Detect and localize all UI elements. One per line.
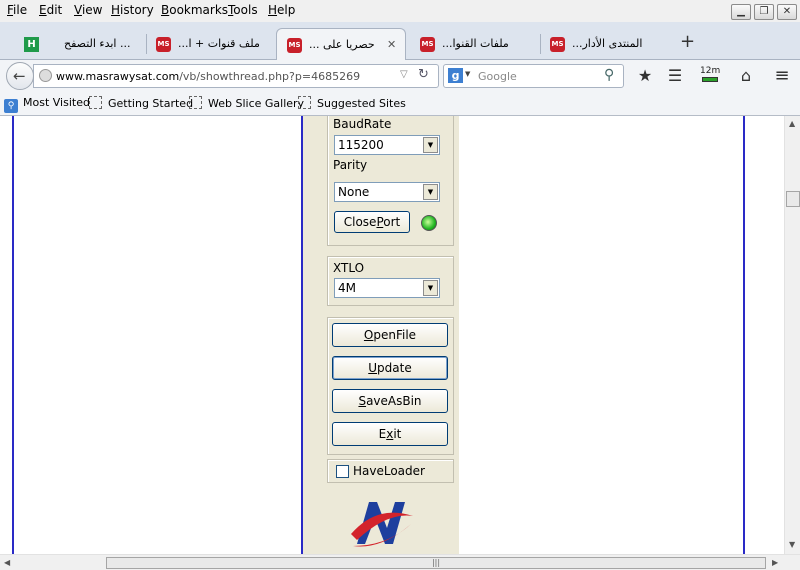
open-file-button[interactable]: OpenFile: [332, 323, 448, 347]
baud-rate-select[interactable]: 115200 ▼: [334, 135, 440, 155]
tab-3-active[interactable]: MS حصريا على ... ✕: [276, 28, 406, 60]
baud-rate-label: BaudRate: [333, 117, 392, 131]
menu-bar: File Edit View History Bookmarks Tools H…: [0, 0, 800, 22]
navigation-bar: www.masrawysat.com/vb/showthread.php?p=4…: [0, 60, 800, 92]
tab-strip: H ... ابدء التصفح MS ملف قنوات + ا... MS…: [0, 22, 800, 60]
menu-file[interactable]: File: [7, 3, 27, 17]
xtlo-select[interactable]: 4M ▼: [334, 278, 440, 298]
menu-history[interactable]: History: [111, 3, 154, 17]
have-loader-group: HaveLoader: [327, 459, 454, 483]
search-engine-dropdown-icon[interactable]: ▼: [465, 70, 470, 78]
google-icon[interactable]: g: [448, 68, 463, 83]
vertical-scroll-thumb[interactable]: [786, 191, 800, 207]
url-dropdown-icon[interactable]: ▽: [400, 69, 408, 80]
url-bar[interactable]: www.masrawysat.com/vb/showthread.php?p=4…: [33, 64, 439, 88]
have-loader-checkbox[interactable]: [336, 465, 349, 478]
horizontal-scroll-thumb[interactable]: |||: [106, 557, 766, 569]
menu-help[interactable]: Help: [268, 3, 295, 17]
close-window-button[interactable]: ✕: [777, 4, 797, 20]
xtlo-group: XTLO 4M ▼: [327, 256, 454, 306]
vertical-scrollbar[interactable]: ▲ ▼: [784, 116, 800, 554]
xtlo-label: XTLO: [333, 261, 365, 275]
scroll-up-icon[interactable]: ▲: [789, 119, 795, 128]
horizontal-scrollbar[interactable]: ◀ ||| ▶: [0, 554, 800, 570]
port-settings-group: BaudRate 115200 ▼ Parity None ▼ ClosePor…: [327, 116, 454, 246]
tab-2[interactable]: MS ملف قنوات + ا...: [146, 28, 276, 60]
restore-icon: ❐: [759, 6, 769, 17]
menu-view[interactable]: View: [74, 3, 102, 17]
tab-title: ملفات القنوا...: [442, 37, 509, 50]
menu-edit[interactable]: Edit: [39, 3, 62, 17]
bookmark-web-slice-gallery[interactable]: Web Slice Gallery: [189, 96, 304, 110]
tab-title: ملف قنوات + ا...: [178, 37, 260, 50]
masrawysat-favicon-icon: MS: [287, 38, 302, 53]
bookmarks-list-icon[interactable]: ☰: [665, 66, 685, 86]
masrawysat-favicon-icon: MS: [156, 37, 171, 52]
bookmark-placeholder-icon: [298, 96, 311, 109]
parity-select[interactable]: None ▼: [334, 182, 440, 202]
have-loader-label: HaveLoader: [353, 464, 425, 478]
menu-bookmarks[interactable]: Bookmarks: [161, 3, 228, 17]
close-icon: ✕: [782, 6, 792, 17]
page-content: BaudRate 115200 ▼ Parity None ▼ ClosePor…: [0, 116, 784, 554]
exit-button[interactable]: Exit: [332, 422, 448, 446]
update-button[interactable]: Update: [332, 356, 448, 380]
new-tab-button[interactable]: +: [680, 31, 695, 52]
search-bar[interactable]: g ▼ Google ⚲: [443, 64, 624, 88]
tab-title: المنتدى الأدار...: [572, 37, 643, 50]
frame-border-right: [743, 116, 745, 554]
search-placeholder: Google: [478, 70, 517, 83]
app-screenshot-panel: BaudRate 115200 ▼ Parity None ▼ ClosePor…: [301, 116, 459, 554]
minimize-icon: ▁: [737, 6, 745, 17]
parity-label: Parity: [333, 158, 368, 172]
actions-group: OpenFile Update SaveAsBin Exit: [327, 317, 454, 455]
home-icon[interactable]: ⌂: [736, 66, 756, 86]
search-icon[interactable]: ⚲: [604, 67, 614, 83]
tab-5[interactable]: MS المنتدى الأدار...: [540, 28, 672, 60]
save-as-bin-button[interactable]: SaveAsBin: [332, 389, 448, 413]
hamburger-menu-icon[interactable]: ≡: [772, 66, 792, 86]
globe-icon: [39, 69, 52, 82]
tab-4[interactable]: MS ملفات القنوا...: [410, 28, 540, 60]
app-logo-icon: [351, 502, 413, 547]
menu-tools[interactable]: Tools: [228, 3, 258, 17]
site-favicon-icon: H: [24, 37, 39, 52]
tab-title: ... ابدء التصفح: [64, 37, 131, 50]
bookmark-placeholder-icon: [89, 96, 102, 109]
scroll-left-icon[interactable]: ◀: [4, 558, 10, 567]
downloads-badge[interactable]: 12m: [700, 66, 720, 76]
download-progress-icon: [702, 77, 718, 82]
dropdown-arrow-icon: ▼: [423, 184, 438, 200]
scroll-right-icon[interactable]: ▶: [772, 558, 778, 567]
bookmark-most-visited[interactable]: ⚲ Most Visited: [4, 96, 90, 113]
dropdown-arrow-icon: ▼: [423, 280, 438, 296]
back-button[interactable]: ←: [6, 62, 34, 90]
back-arrow-icon: ←: [13, 67, 26, 85]
minimize-button[interactable]: ▁: [731, 4, 751, 20]
bookmark-star-icon[interactable]: ★: [635, 66, 655, 86]
masrawysat-favicon-icon: MS: [550, 37, 565, 52]
most-visited-icon: ⚲: [4, 99, 18, 113]
bookmark-getting-started[interactable]: Getting Started: [89, 96, 193, 110]
reload-icon[interactable]: ↻: [418, 67, 429, 82]
tab-close-icon[interactable]: ✕: [387, 38, 396, 51]
bookmark-placeholder-icon: [189, 96, 202, 109]
restore-button[interactable]: ❐: [754, 4, 774, 20]
masrawysat-favicon-icon: MS: [420, 37, 435, 52]
frame-border-left: [12, 116, 14, 554]
port-status-led-icon: [421, 215, 437, 231]
close-port-button[interactable]: ClosePort: [334, 211, 410, 233]
tab-title: حصريا على ...: [309, 38, 375, 51]
scroll-down-icon[interactable]: ▼: [789, 540, 795, 549]
dropdown-arrow-icon: ▼: [423, 137, 438, 153]
url-text: www.masrawysat.com/vb/showthread.php?p=4…: [56, 70, 361, 83]
bookmark-suggested-sites[interactable]: Suggested Sites: [298, 96, 406, 110]
tab-1[interactable]: H ... ابدء التصفح: [14, 28, 144, 60]
bookmarks-bar: ⚲ Most Visited Getting Started Web Slice …: [0, 92, 800, 116]
